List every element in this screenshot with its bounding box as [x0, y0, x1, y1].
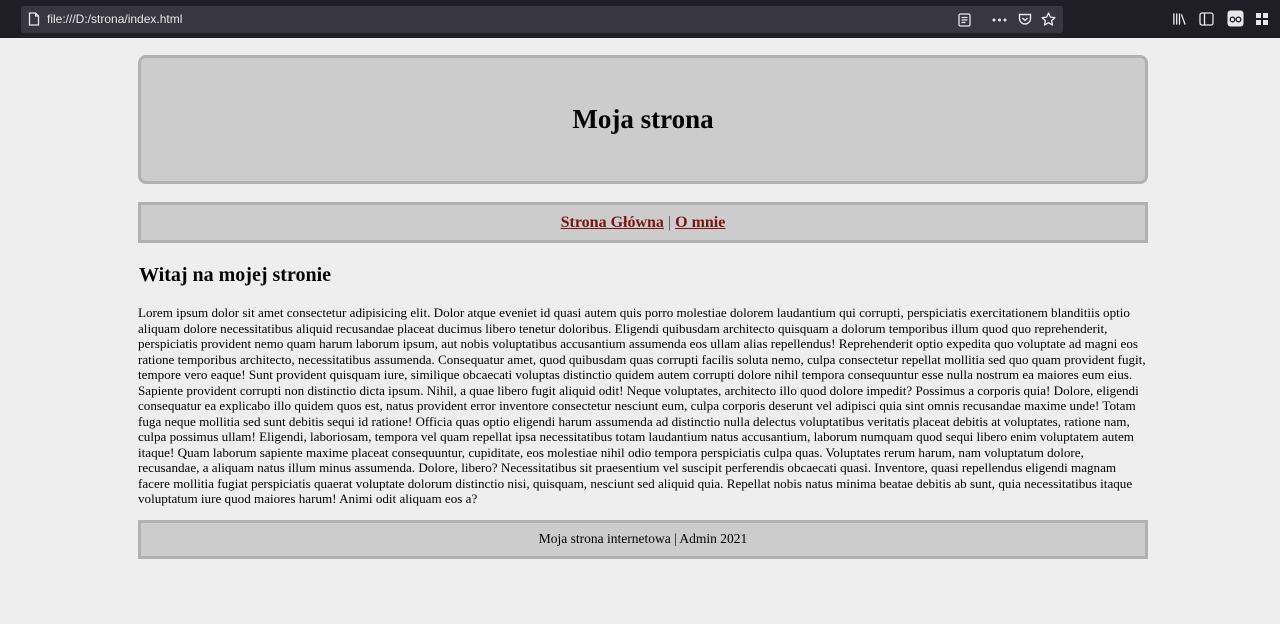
browser-toolbar: file:///D:/strona/index.html [0, 0, 1280, 38]
site-header: Moja strona [138, 55, 1148, 184]
site-footer: Moja strona internetowa | Admin 2021 [138, 519, 1148, 559]
library-icon[interactable] [1172, 11, 1187, 26]
footer-text: Moja strona internetowa | Admin 2021 [538, 531, 748, 546]
extensions-icon[interactable] [1254, 11, 1269, 26]
page-icon [28, 12, 40, 26]
private-mask-icon[interactable] [1227, 10, 1244, 27]
more-actions-icon[interactable] [992, 12, 1007, 27]
sidebar-icon[interactable] [1199, 11, 1214, 26]
nav-link-home[interactable]: Strona Główna [561, 214, 664, 232]
reader-view-icon[interactable] [957, 12, 972, 27]
url-text[interactable]: file:///D:/strona/index.html [47, 12, 182, 26]
main-paragraph: Lorem ipsum dolor sit amet consectetur a… [138, 305, 1146, 506]
page-heading: Witaj na mojej stronie [139, 264, 332, 286]
bookmark-star-icon[interactable] [1041, 12, 1056, 27]
site-nav: Strona Główna | O mnie [138, 202, 1148, 243]
nav-separator: | [667, 213, 672, 231]
pocket-icon[interactable] [1017, 12, 1032, 27]
url-bar[interactable]: file:///D:/strona/index.html [21, 6, 1063, 33]
nav-link-about[interactable]: O mnie [675, 214, 725, 232]
site-title: Moja strona [572, 104, 714, 134]
page-container: Moja strona Strona Główna | O mnie Witaj… [138, 55, 1148, 559]
